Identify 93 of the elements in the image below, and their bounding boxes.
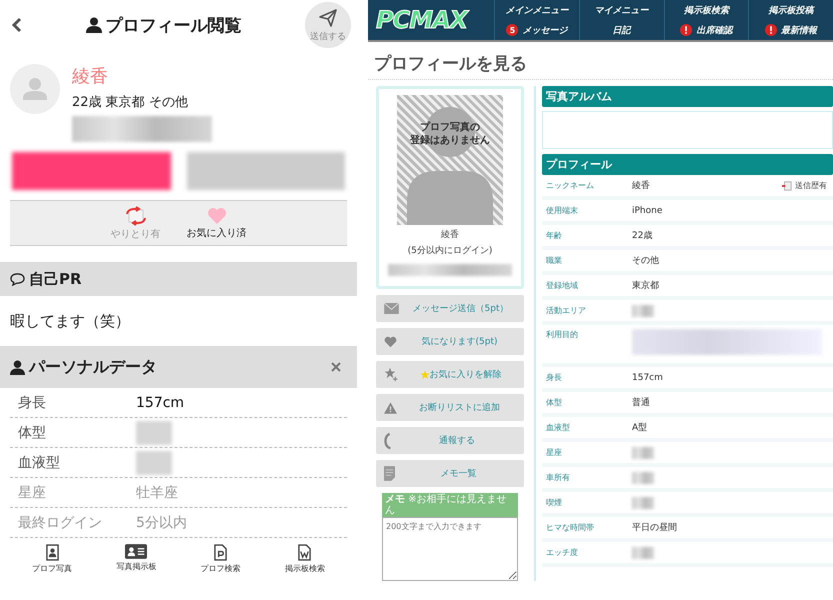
field-label: ヒマな時間帯 [546,522,595,533]
tab-bar-item[interactable]: 掲示板検索 [284,544,325,574]
count-badge: 5 [506,24,518,36]
field-value: 平日の昼間 [632,522,677,534]
field-label: 体型 [546,397,563,408]
data-value: 牡羊座 [136,484,178,502]
field-label: エッチ度 [546,547,579,558]
nav-menu-item[interactable]: マイメニュー [578,0,664,20]
section-heading: パーソナルデータ [29,356,157,378]
field-label: ニックネーム [546,180,595,191]
blurred-button[interactable] [12,152,170,190]
self-pr-text: 暇してます（笑） [9,310,131,332]
page-title: プロフィールを見る [368,42,833,80]
data-label: 星座 [17,484,47,502]
blurred-value [632,546,654,558]
data-label: 最終ログイン [17,514,103,532]
status-label: やりとり有 [110,228,160,240]
phone-handset-icon [384,432,392,450]
logo[interactable]: PCMAX [368,0,494,40]
blurred-value [632,446,654,458]
tab-bar-item[interactable]: プロフ写真 [32,544,72,574]
close-icon[interactable] [331,362,341,372]
field-value: 157cm [632,372,663,382]
field-label: 喫煙 [546,497,563,508]
nav-menu-item[interactable]: 日記 [578,20,664,40]
person-icon [10,360,25,374]
blurred-value [632,472,654,484]
section-heading: 自己PR [29,270,82,288]
field-label: 年齢 [546,230,563,241]
heart-icon [206,206,226,224]
star-plus-icon [384,367,399,382]
data-value: 157cm [136,394,184,410]
memo-input-field[interactable]: 200文字まで入力できます [382,517,518,581]
nav-menu-item[interactable]: 5 メッセージ [494,20,579,40]
speech-bubble-icon [10,272,25,286]
profile-name: 綾香 [72,65,109,88]
warning-icon [384,402,397,414]
card-name: 綾香 [441,228,459,241]
envelope-icon [384,303,399,314]
star-icon [420,370,430,380]
field-label: 星座 [546,447,563,458]
id-card-icon [46,544,59,561]
w-document-icon [298,544,312,561]
field-label: 職業 [546,255,563,266]
status-label: お気に入り済 [186,226,246,240]
tab-bar-item[interactable]: プロフ検索 [200,544,241,574]
person-icon [86,17,102,33]
nav-menu-item[interactable]: 出席確認 [664,20,748,40]
p-document-icon [214,544,228,561]
alert-icon [680,24,692,36]
field-label: 身長 [546,372,563,383]
field-value: A型 [632,422,648,434]
section-header: 写真アルバム [542,86,833,107]
nav-menu-item[interactable]: メインメニュー [494,0,579,20]
field-label: 利用目的 [546,329,579,340]
field-value: 綾香 [632,180,650,192]
nav-menu-item[interactable]: 掲示板投稿 [748,0,833,20]
blurred-value [632,304,654,316]
profile-details: 22歳 東京都 その他 [72,94,189,111]
paper-plane-icon [318,8,338,28]
blurred-value [632,496,654,508]
field-value: 普通 [632,396,650,409]
field-value: 22歳 [632,230,652,242]
exchange-arrows-icon [124,206,148,226]
field-label: 血液型 [546,422,571,433]
field-value: その他 [632,254,659,267]
field-label: 車所有 [546,472,571,483]
alert-icon [765,24,778,36]
field-label: 登録地域 [546,280,579,291]
field-label: 活動エリア [546,305,587,316]
tab-bar-item[interactable]: 写真掲示板 [116,544,156,574]
no-photo-caption: プロフ写真の [419,121,481,134]
field-value: 東京都 [632,280,659,292]
sent-history-label: 送信歴有 [782,180,827,191]
data-label: 血液型 [17,454,61,472]
avatar-icon [10,64,60,114]
field-label: 使用端末 [546,205,579,216]
memo-heading: メモ ※お相手には見えません [382,493,518,517]
login-status: (5分以内にログイン) [408,244,492,257]
memo-icon [384,466,395,481]
section-header: プロフィール [542,154,833,175]
no-photo-caption: 登録はありません [410,134,490,147]
nav-menu-item[interactable]: 掲示板検索 [664,0,748,20]
heart-icon [384,336,397,348]
page-title: プロフィール閲覧 [106,14,242,36]
profile-card-icon [125,544,148,559]
data-label: 体型 [17,424,47,442]
field-value: iPhone [632,206,662,216]
data-value: 5分以内 [136,514,187,532]
nav-menu-item[interactable]: 最新情報 [748,20,833,40]
data-label: 身長 [17,394,47,412]
document-icon [782,180,792,190]
back-icon[interactable] [12,17,22,33]
